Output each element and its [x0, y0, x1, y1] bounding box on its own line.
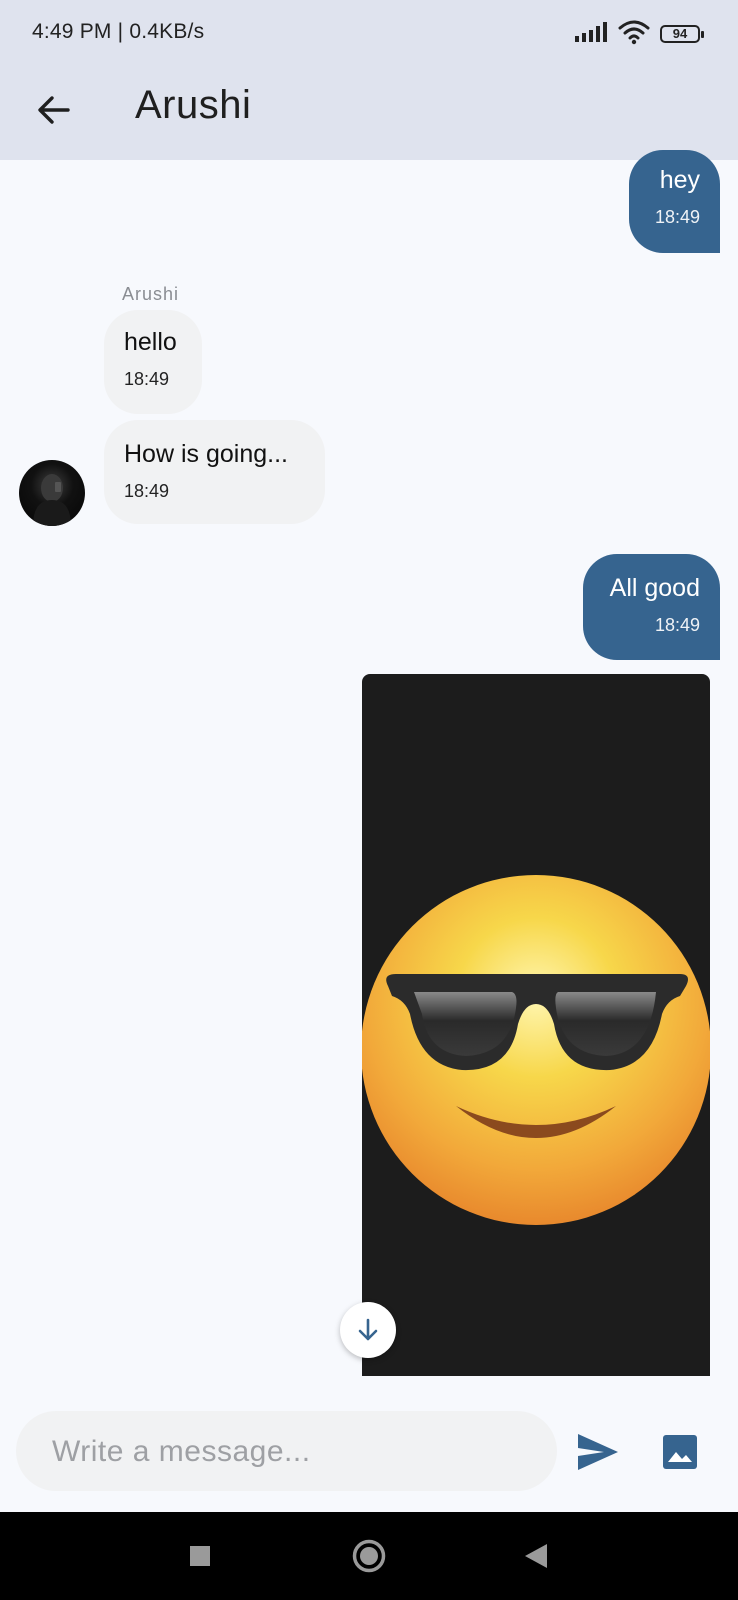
message-time: 18:49 [654, 615, 700, 635]
attach-image-button[interactable] [652, 1424, 708, 1480]
home-button[interactable] [339, 1526, 399, 1586]
image-icon [663, 1435, 697, 1469]
outgoing-message[interactable]: All good 18:49 [583, 554, 720, 660]
avatar-image [33, 474, 71, 526]
arrow-left-icon [38, 96, 70, 124]
signal-icon [574, 20, 608, 49]
square-icon [190, 1546, 210, 1566]
image-message[interactable] [362, 674, 710, 1376]
message-input-container [16, 1411, 557, 1493]
triangle-left-icon [525, 1544, 547, 1568]
circle-icon [352, 1539, 386, 1573]
avatar[interactable] [19, 460, 85, 526]
incoming-message[interactable]: hello 18:49 [104, 310, 202, 414]
page-title: Arushi [135, 83, 252, 127]
message-input[interactable] [50, 1411, 534, 1493]
message-text: hey [659, 166, 700, 194]
chat-screen: 4:49 PM | 0.4KB/s 94 Arushi hey 18:49 Ar… [0, 0, 738, 1600]
incoming-message[interactable]: How is going... 18:49 [104, 420, 325, 524]
wifi-icon [618, 19, 650, 50]
message-time: 18:49 [124, 481, 170, 501]
sender-name: Arushi [122, 284, 180, 304]
system-nav-bar [0, 1512, 738, 1600]
scroll-down-button[interactable] [340, 1302, 396, 1358]
send-icon [578, 1434, 618, 1470]
outgoing-message[interactable]: hey 18:49 [629, 150, 720, 253]
arrow-down-icon [358, 1318, 378, 1341]
back-button[interactable] [24, 80, 84, 140]
message-time: 18:49 [654, 207, 700, 227]
status-time-speed: 4:49 PM | 0.4KB/s [32, 20, 205, 43]
message-text: hello [124, 328, 177, 356]
send-button[interactable] [570, 1424, 626, 1480]
battery-icon: 94 [660, 25, 704, 43]
message-text: How is going... [124, 440, 288, 468]
message-time: 18:49 [124, 369, 170, 389]
recent-apps-button[interactable] [170, 1526, 230, 1586]
message-text: All good [609, 574, 700, 602]
status-icons: 94 [574, 19, 704, 50]
system-back-button[interactable] [506, 1526, 566, 1586]
sunglasses-emoji-image [362, 875, 710, 1225]
app-bar: 4:49 PM | 0.4KB/s 94 Arushi [0, 0, 738, 160]
